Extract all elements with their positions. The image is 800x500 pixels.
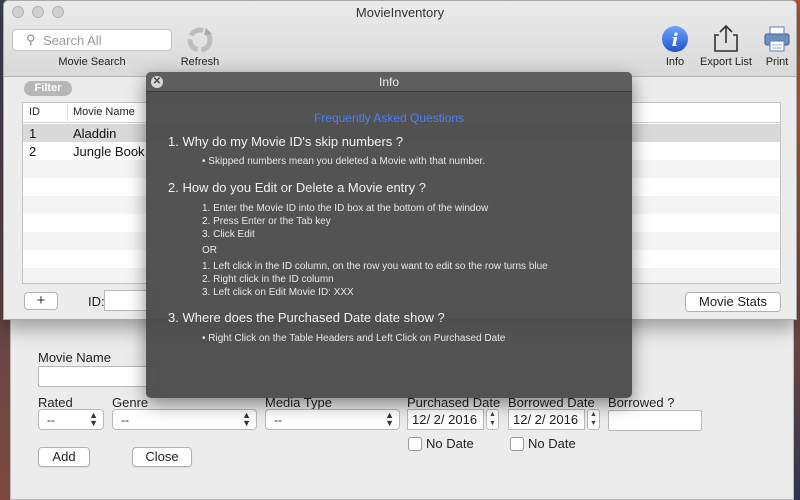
faq-step: 3. Click Edit [202,229,255,240]
search-icon: ⚲ [26,32,36,47]
search-input[interactable]: ⚲ Search All [12,29,172,51]
column-header-id[interactable]: ID [29,106,40,118]
purchased-no-date-checkbox[interactable] [408,437,422,451]
borrowed-no-date-checkbox[interactable] [510,437,524,451]
row-id: 1 [29,126,37,141]
search-placeholder: Search All [43,33,102,48]
info-title-text: Info [378,75,399,89]
select-arrows-icon: ▲ ▼ [385,410,394,428]
info-icon[interactable]: i [661,25,689,53]
info-label: Info [665,56,685,68]
faq-step: 2. Right click in the ID column [202,274,334,285]
print-label: Print [765,56,789,68]
refresh-label: Refresh [180,56,220,68]
movie-stats-button[interactable]: Movie Stats [685,292,781,312]
info-panel-title: Info [146,72,632,92]
printer-icon[interactable] [762,25,792,53]
purchased-no-date-label: No Date [426,436,474,451]
add-movie-button[interactable]: + [24,292,58,310]
toolbar: MovieInventory ⚲ Search All Movie Search… [4,1,796,77]
purchased-date-stepper[interactable]: ▲ ▼ [486,409,499,430]
borrowed-date-field[interactable]: 12/ 2/ 2016 [508,409,585,430]
filter-button[interactable]: Filter [24,81,72,96]
faq-question-2: 2. How do you Edit or Delete a Movie ent… [168,180,426,195]
add-button[interactable]: Add [38,447,90,467]
faq-heading: Frequently Asked Questions [313,111,465,125]
genre-label: Genre [112,395,149,410]
media-type-select-value: -- [274,413,282,427]
row-movie-name: Jungle Book [73,144,145,159]
borrowed-no-date-label: No Date [528,436,576,451]
faq-step: 2. Press Enter or the Tab key [202,216,331,227]
faq-question-3: 3. Where does the Purchased Date date sh… [168,310,445,325]
genre-select[interactable]: -- ▲ ▼ [112,409,257,430]
faq-answer-3: • Right Click on the Table Headers and L… [202,333,506,344]
select-arrows-icon: ▲ ▼ [242,410,251,428]
row-id: 2 [29,144,37,159]
refresh-icon[interactable] [184,25,216,55]
genre-select-value: -- [121,413,129,427]
rated-select-value: -- [47,413,55,427]
faq-or: OR [202,245,217,256]
movie-search-label: Movie Search [58,56,126,68]
faq-step: 1. Left click in the ID column, on the r… [202,261,548,272]
row-movie-name: Aladdin [73,126,117,141]
rated-select[interactable]: -- ▲ ▼ [38,409,104,430]
close-button[interactable]: Close [132,447,192,467]
share-icon[interactable] [710,23,742,53]
purchased-date-field[interactable]: 12/ 2/ 2016 [407,409,484,430]
media-type-select[interactable]: -- ▲ ▼ [265,409,400,430]
svg-text:i: i [672,30,679,51]
export-list-label: Export List [700,56,752,68]
window-title: MovieInventory [355,5,445,20]
id-label: ID: [88,294,105,309]
close-icon[interactable]: ✕ [151,76,163,88]
column-divider [67,105,68,121]
info-panel: Info ✕ Frequently Asked Questions 1. Why… [146,72,632,398]
faq-step: 3. Left click on Edit Movie ID: XXX [202,287,354,298]
select-arrows-icon: ▲ ▼ [89,410,98,428]
rated-label: Rated [38,395,73,410]
movie-name-label: Movie Name [38,350,111,365]
column-header-movie-name[interactable]: Movie Name [73,106,135,118]
borrowed-date-stepper[interactable]: ▲ ▼ [587,409,600,430]
faq-step: 1. Enter the Movie ID into the ID box at… [202,203,489,214]
faq-answer-1: • Skipped numbers mean you deleted a Mov… [202,156,486,167]
movie-name-input[interactable] [38,366,158,387]
faq-question-1: 1. Why do my Movie ID's skip numbers ? [168,134,404,149]
borrowed-by-input[interactable] [608,410,702,431]
